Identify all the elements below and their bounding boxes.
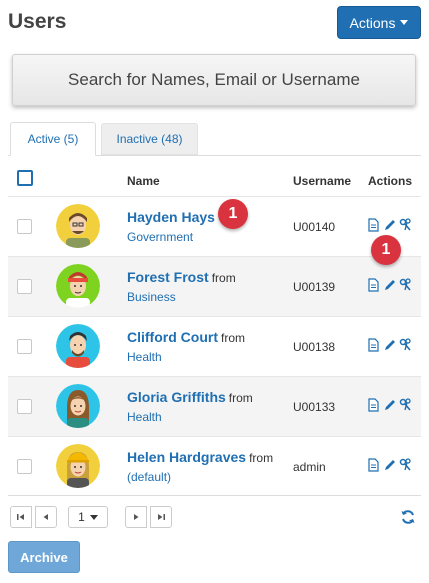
caret-down-icon [89, 514, 98, 520]
pencil-icon[interactable] [383, 278, 396, 292]
first-page-button[interactable] [10, 506, 32, 528]
username: U00140 [293, 220, 336, 234]
keys-icon[interactable] [399, 338, 412, 352]
avatar-female-icon [56, 444, 100, 488]
search-input[interactable]: Search for Names, Email or Username [12, 54, 416, 106]
avatar [56, 444, 100, 488]
row-checkbox[interactable] [17, 459, 32, 474]
avatar [56, 264, 100, 308]
column-header-name[interactable]: Name [127, 174, 160, 188]
row-actions [367, 278, 412, 292]
avatar [56, 384, 100, 428]
row-checkbox[interactable] [17, 219, 32, 234]
prev-page-button[interactable] [35, 506, 57, 528]
user-group-link[interactable]: Business [127, 290, 176, 304]
user-group-link[interactable]: Government [127, 230, 193, 244]
table-row: Helen Hardgraves from (default) admin [8, 436, 421, 496]
row-actions [367, 218, 412, 232]
pencil-icon[interactable] [383, 398, 396, 412]
user-list: Hayden Hays Government U00140 Forest Fro… [8, 196, 421, 496]
avatar-male-icon [56, 204, 100, 248]
next-page-button[interactable] [125, 506, 147, 528]
user-name-link[interactable]: Helen Hardgraves [127, 449, 246, 465]
tab-inactive[interactable]: Inactive (48) [101, 123, 198, 155]
pencil-icon[interactable] [383, 338, 396, 352]
first-page-icon [17, 514, 24, 520]
user-name-link[interactable]: Forest Frost [127, 269, 209, 285]
keys-icon[interactable] [399, 218, 412, 232]
row-actions [367, 458, 412, 472]
from-label: from [249, 451, 274, 465]
document-icon[interactable] [367, 278, 380, 292]
column-header-actions: Actions [368, 174, 413, 188]
pencil-icon[interactable] [383, 218, 396, 232]
username: U00138 [293, 340, 336, 354]
tab-active[interactable]: Active (5) [10, 122, 96, 156]
table-row: Clifford Court from Health U00138 [8, 316, 421, 376]
avatar-female-icon [56, 384, 100, 428]
current-page: 1 [78, 510, 85, 524]
keys-icon[interactable] [399, 398, 412, 412]
next-page-icon [134, 514, 139, 520]
caret-down-icon [400, 20, 409, 25]
page-select[interactable]: 1 [68, 506, 108, 528]
tab-bar: Active (5) Inactive (48) [8, 122, 421, 156]
document-icon[interactable] [367, 218, 380, 232]
from-label: from [220, 331, 245, 345]
row-checkbox[interactable] [17, 399, 32, 414]
username: U00133 [293, 400, 336, 414]
username: admin [293, 460, 326, 474]
table-row: Hayden Hays Government U00140 [8, 196, 421, 256]
from-label: from [228, 391, 253, 405]
page-title: Users [8, 10, 67, 33]
row-checkbox[interactable] [17, 339, 32, 354]
keys-icon[interactable] [399, 458, 412, 472]
row-actions [367, 398, 412, 412]
document-icon[interactable] [367, 398, 380, 412]
table-row: Forest Frost from Business U00139 [8, 256, 421, 316]
last-page-button[interactable] [150, 506, 172, 528]
table-header: Name Username Actions [8, 164, 421, 198]
from-label: from [211, 271, 236, 285]
user-name-link[interactable]: Hayden Hays [127, 209, 215, 225]
actions-button[interactable]: Actions [337, 6, 421, 39]
keys-icon[interactable] [399, 278, 412, 292]
avatar [56, 324, 100, 368]
table-row: Gloria Griffiths from Health U00133 [8, 376, 421, 436]
actions-callout-badge: 1 [371, 235, 401, 265]
row-checkbox[interactable] [17, 279, 32, 294]
select-all-checkbox[interactable] [17, 170, 33, 186]
row-actions [367, 338, 412, 352]
user-name-link[interactable]: Gloria Griffiths [127, 389, 226, 405]
avatar-male-icon [56, 264, 100, 308]
last-page-icon [158, 514, 165, 520]
column-header-username[interactable]: Username [293, 174, 351, 188]
name-callout-badge: 1 [218, 199, 248, 229]
user-name-link[interactable]: Clifford Court [127, 329, 218, 345]
prev-page-icon [43, 514, 48, 520]
username: U00139 [293, 280, 336, 294]
archive-button[interactable]: Archive [8, 541, 80, 573]
document-icon[interactable] [367, 458, 380, 472]
divider [8, 495, 421, 496]
document-icon[interactable] [367, 338, 380, 352]
pencil-icon[interactable] [383, 458, 396, 472]
user-group-link[interactable]: Health [127, 410, 162, 424]
user-group-link[interactable]: Health [127, 350, 162, 364]
avatar [56, 204, 100, 248]
actions-button-label: Actions [349, 14, 396, 31]
avatar-male-icon [56, 324, 100, 368]
refresh-icon[interactable] [400, 509, 416, 525]
user-group-link[interactable]: (default) [127, 470, 171, 484]
